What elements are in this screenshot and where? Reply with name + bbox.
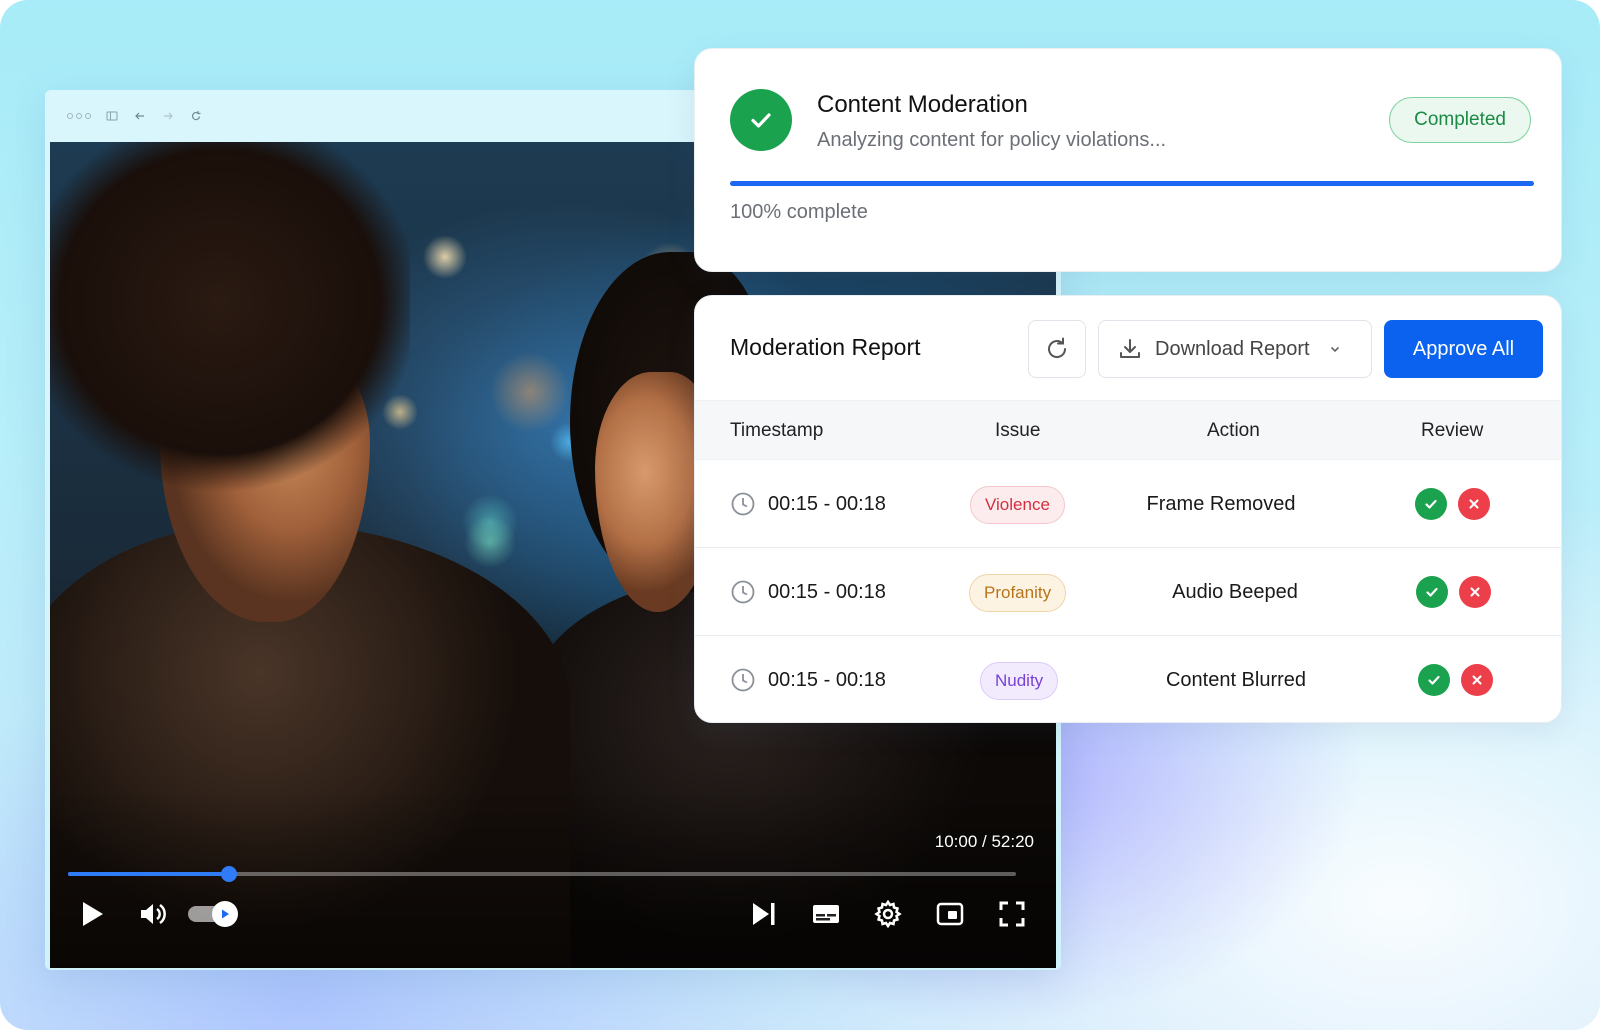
- moderation-report-card: Moderation Report Download Report Approv…: [694, 295, 1562, 723]
- column-header-review: Review: [1421, 420, 1484, 441]
- video-progress-bar[interactable]: [68, 866, 1016, 882]
- close-icon: [1469, 499, 1479, 509]
- row-action: Frame Removed: [1146, 493, 1296, 515]
- video-controls: [72, 894, 1032, 934]
- column-header-timestamp: Timestamp: [730, 420, 824, 441]
- moderation-progress-fill: [730, 181, 1534, 186]
- row-timestamp: 00:15 - 00:18: [768, 581, 886, 603]
- check-icon: [1428, 675, 1440, 685]
- reject-row-button[interactable]: [1458, 488, 1490, 520]
- sidebar-icon[interactable]: [105, 109, 119, 123]
- subtitles-icon[interactable]: [806, 894, 846, 934]
- status-subtitle: Analyzing content for policy violations.…: [817, 129, 1167, 151]
- row-timestamp: 00:15 - 00:18: [768, 669, 886, 691]
- download-report-label: Download Report: [1155, 337, 1310, 360]
- download-icon: [1120, 339, 1140, 358]
- success-check-icon: [730, 89, 792, 151]
- miniplayer-icon[interactable]: [930, 894, 970, 934]
- refresh-icon: [1048, 337, 1067, 358]
- reject-row-button[interactable]: [1459, 576, 1491, 608]
- row-action: Content Blurred: [1165, 669, 1307, 691]
- row-timestamp: 00:15 - 00:18: [768, 493, 886, 515]
- chevron-down-icon: [1328, 342, 1342, 356]
- reject-row-button[interactable]: [1461, 664, 1493, 696]
- issue-badge-profanity: Profanity: [969, 574, 1067, 612]
- column-header-issue: Issue: [995, 420, 1041, 441]
- close-icon: [1470, 587, 1480, 597]
- column-header-action: Action: [1207, 420, 1260, 441]
- check-icon: [1425, 499, 1437, 509]
- approve-row-button[interactable]: [1418, 664, 1450, 696]
- video-progress-fill: [68, 872, 230, 876]
- check-icon: [1426, 587, 1438, 597]
- table-row: 00:15 - 00:18 Nudity Content Blurred: [695, 636, 1561, 722]
- row-action: Audio Beeped: [1172, 581, 1298, 603]
- table-row: 00:15 - 00:18 Profanity Audio Beeped: [695, 548, 1561, 636]
- approve-row-button[interactable]: [1415, 488, 1447, 520]
- video-frame-person-left-hair: [50, 142, 410, 502]
- volume-icon[interactable]: [132, 894, 172, 934]
- moderation-progress-bar: [730, 181, 1534, 186]
- refresh-button[interactable]: [1028, 320, 1086, 378]
- play-icon[interactable]: [72, 894, 112, 934]
- reload-icon[interactable]: [189, 109, 203, 123]
- clock-icon: [731, 580, 755, 604]
- clock-icon: [731, 492, 755, 516]
- issue-badge-nudity: Nudity: [980, 662, 1059, 700]
- video-controls-shade: [50, 788, 1056, 968]
- approve-row-button[interactable]: [1416, 576, 1448, 608]
- table-header: Timestamp Issue Action Review: [695, 400, 1561, 460]
- clock-icon: [731, 668, 755, 692]
- skip-next-icon[interactable]: [744, 894, 784, 934]
- fullscreen-icon[interactable]: [992, 894, 1032, 934]
- issue-badge-violence: Violence: [970, 486, 1065, 524]
- status-title: Content Moderation: [817, 91, 1028, 118]
- progress-percent-text: 100% complete: [730, 201, 868, 223]
- back-arrow-icon[interactable]: [133, 109, 147, 123]
- status-badge: Completed: [1389, 97, 1531, 143]
- settings-gear-icon[interactable]: [868, 894, 908, 934]
- download-report-button[interactable]: Download Report: [1098, 320, 1372, 378]
- table-row: 00:15 - 00:18 Violence Frame Removed: [695, 460, 1561, 548]
- autoplay-toggle[interactable]: [188, 901, 242, 927]
- autoplay-play-icon: [212, 901, 238, 927]
- moderation-status-card: Content Moderation Analyzing content for…: [694, 48, 1562, 272]
- report-title: Moderation Report: [730, 334, 921, 360]
- close-icon: [1472, 675, 1482, 685]
- forward-arrow-icon[interactable]: [161, 109, 175, 123]
- window-dots-icon[interactable]: [67, 113, 91, 119]
- approve-all-button[interactable]: Approve All: [1384, 320, 1543, 378]
- video-time-display: 10:00 / 52:20: [934, 832, 1034, 851]
